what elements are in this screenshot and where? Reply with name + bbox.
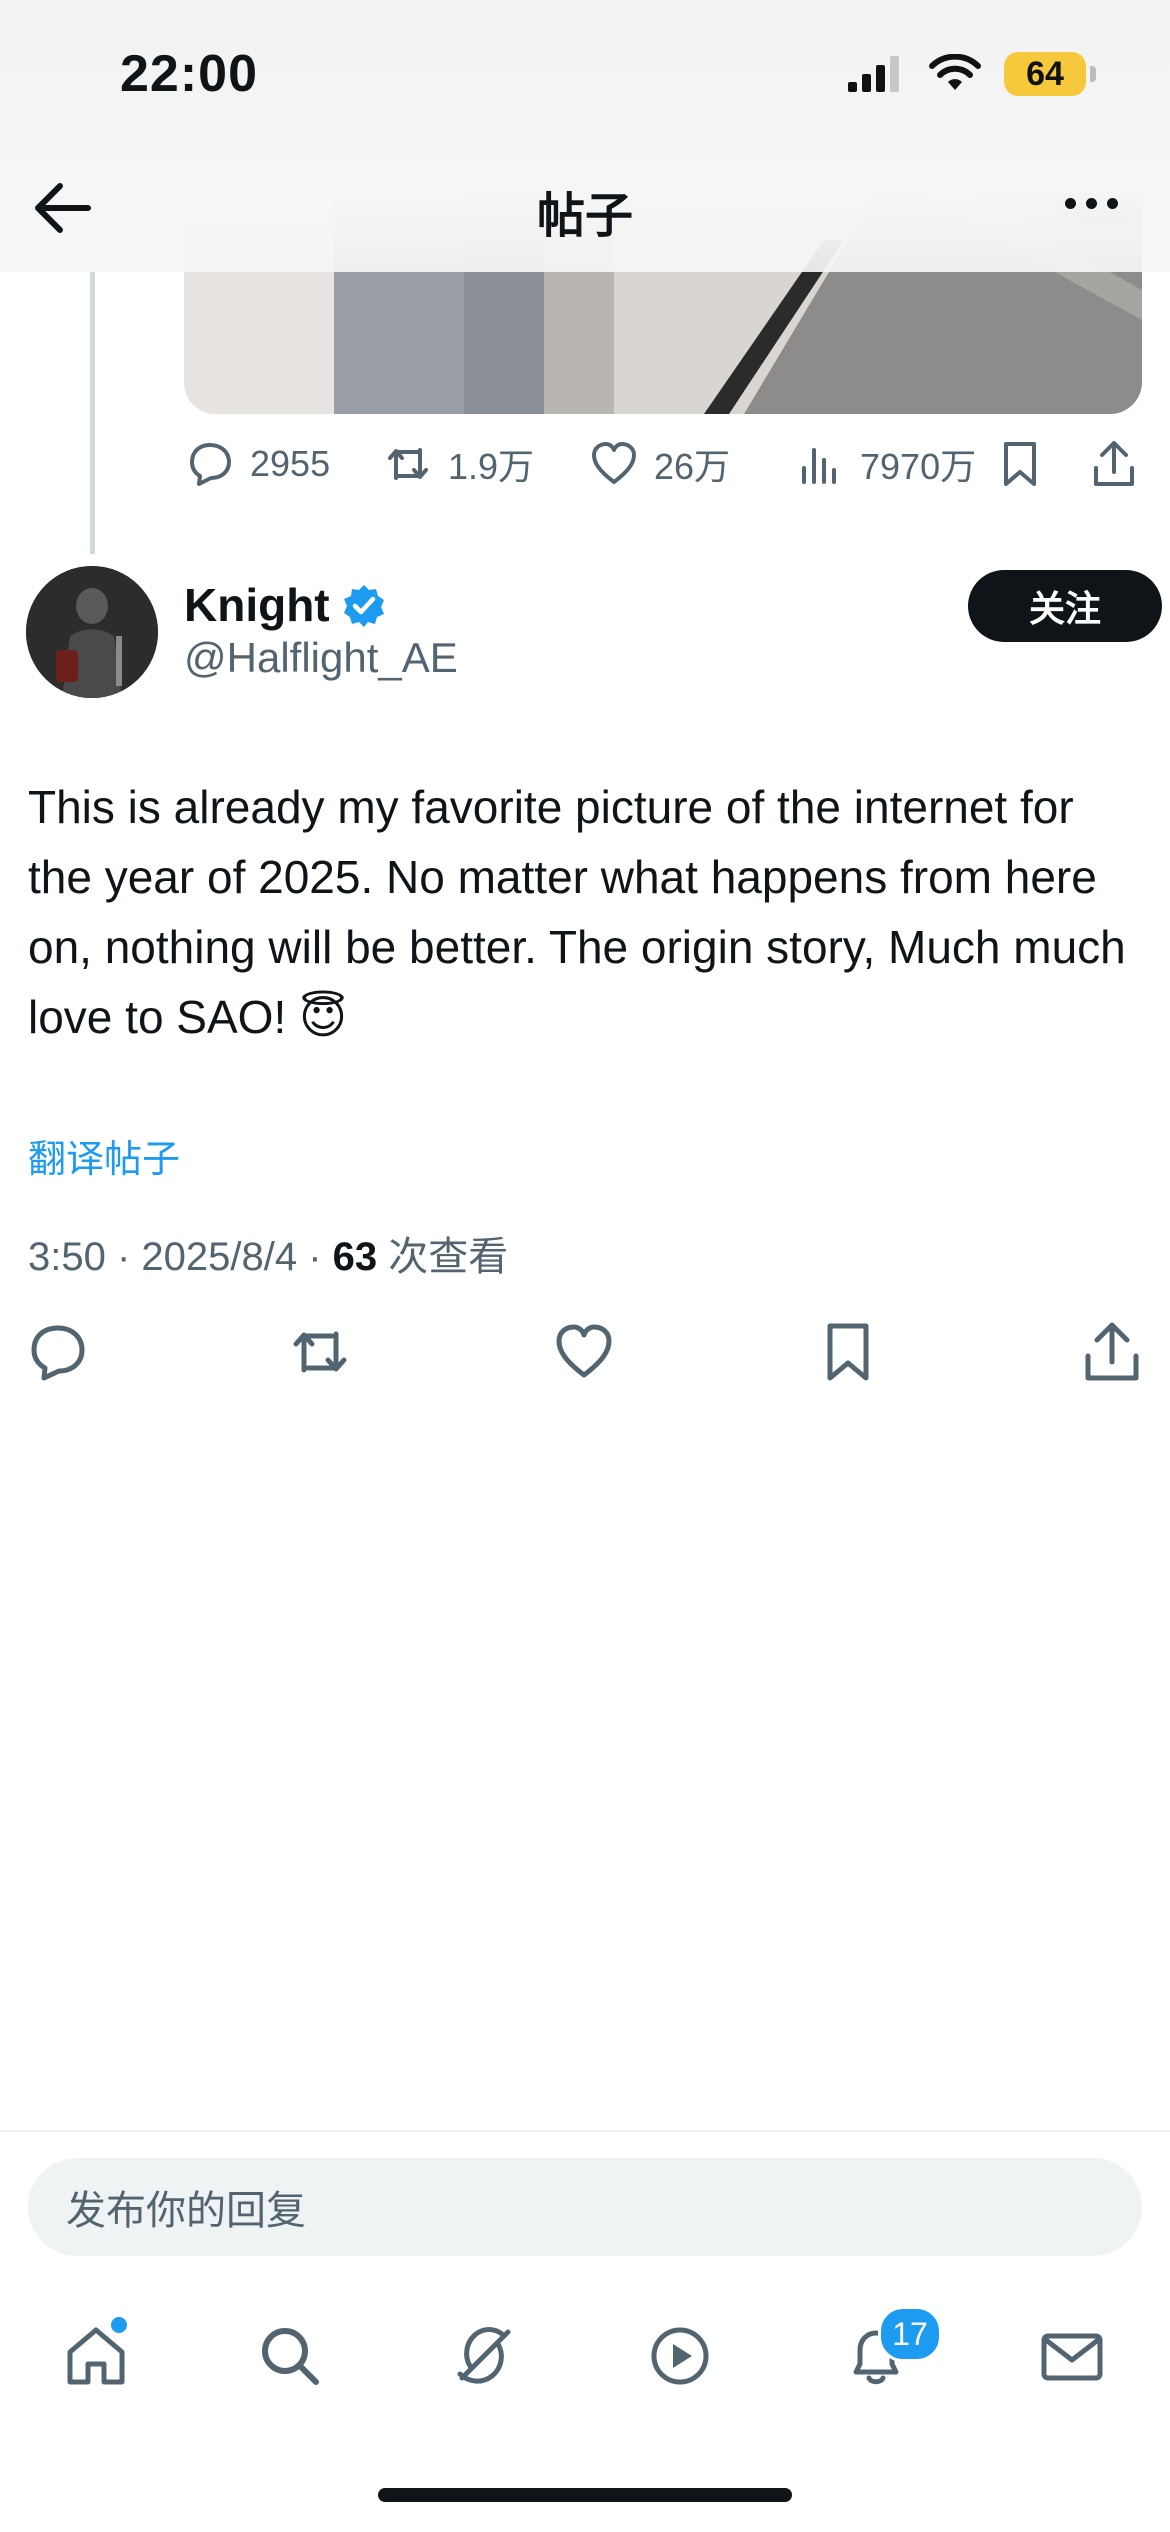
translate-link[interactable]: 翻译帖子	[28, 1128, 180, 1183]
home-indicator	[378, 2488, 792, 2502]
thread-connector	[90, 272, 95, 554]
reply-button[interactable]	[26, 1320, 90, 1384]
like-button[interactable]	[552, 1320, 616, 1384]
views-stat[interactable]: 7970万	[794, 438, 976, 490]
previous-tweet-actions: 2955 1.9万 26万 7970万	[184, 438, 1142, 498]
views-count: 7970万	[860, 446, 977, 487]
tweet-views-count[interactable]: 63	[333, 1235, 378, 1279]
like-count: 26万	[654, 446, 731, 487]
heart-icon	[556, 1324, 612, 1378]
tab-messages[interactable]	[1036, 2320, 1108, 2392]
repost-icon	[388, 448, 428, 480]
tab-grok[interactable]	[448, 2320, 520, 2392]
tab-home[interactable]	[60, 2314, 132, 2392]
home-new-dot	[108, 2314, 130, 2336]
page-title: 帖子	[536, 190, 633, 243]
divider	[0, 2130, 1170, 2132]
reply-icon	[31, 1325, 85, 1381]
mail-icon	[1041, 2333, 1103, 2381]
repost-stat[interactable]: 1.9万	[382, 438, 534, 490]
bookmark-button[interactable]	[816, 1320, 880, 1384]
author-name[interactable]: Knight	[184, 578, 330, 632]
verified-badge-icon	[343, 585, 384, 627]
status-time: 22:00	[120, 45, 258, 103]
repost-icon	[293, 1331, 347, 1373]
bookmark-icon	[1004, 442, 1036, 486]
play-icon	[651, 2327, 709, 2385]
avatar[interactable]	[26, 566, 158, 698]
more-options-icon[interactable]	[1065, 198, 1118, 209]
top-bar: 22:00 64 帖子	[0, 0, 1170, 272]
status-icons: 64	[846, 52, 1096, 96]
tweet-actions	[26, 1320, 1146, 1392]
author-name-row[interactable]: Knight	[184, 578, 386, 632]
tab-video[interactable]	[644, 2320, 716, 2392]
share-button[interactable]	[1080, 1320, 1144, 1384]
reply-count: 2955	[250, 443, 331, 484]
search-icon	[262, 2328, 319, 2385]
repost-count: 1.9万	[448, 446, 535, 487]
tweet-meta: 3:50 · 2025/8/4 · 63 次查看	[28, 1224, 508, 1282]
bookmark-icon	[827, 1323, 869, 1381]
tab-notifications[interactable]: 17	[840, 2306, 942, 2392]
tweet-timestamp: 3:50 · 2025/8/4 ·	[28, 1235, 333, 1279]
heart-icon	[592, 442, 636, 484]
bottom-tab-bar: 17	[0, 2300, 1170, 2410]
tweet-views-label: 次查看	[377, 1235, 509, 1279]
share-icon	[1094, 441, 1134, 486]
share-button[interactable]	[1088, 438, 1140, 490]
bookmark-button[interactable]	[994, 438, 1046, 490]
notifications-badge: 17	[878, 2306, 942, 2362]
reply-stat[interactable]: 2955	[184, 438, 330, 490]
wifi-icon	[929, 54, 981, 90]
battery-indicator: 64	[1004, 52, 1096, 96]
grok-icon	[457, 2327, 511, 2384]
share-icon	[1085, 1322, 1139, 1381]
tweet-text: This is already my favorite picture of t…	[28, 781, 1126, 1043]
reply-icon	[190, 443, 231, 486]
follow-button[interactable]: 关注	[968, 570, 1162, 642]
reply-input[interactable]: 发布你的回复	[28, 2158, 1142, 2256]
tab-search[interactable]	[254, 2320, 326, 2392]
like-stat[interactable]: 26万	[588, 438, 730, 490]
repost-button[interactable]	[288, 1320, 352, 1384]
analytics-icon	[802, 448, 836, 484]
signal-icon	[848, 56, 899, 92]
author-handle[interactable]: @Halflight_AE	[184, 634, 458, 682]
